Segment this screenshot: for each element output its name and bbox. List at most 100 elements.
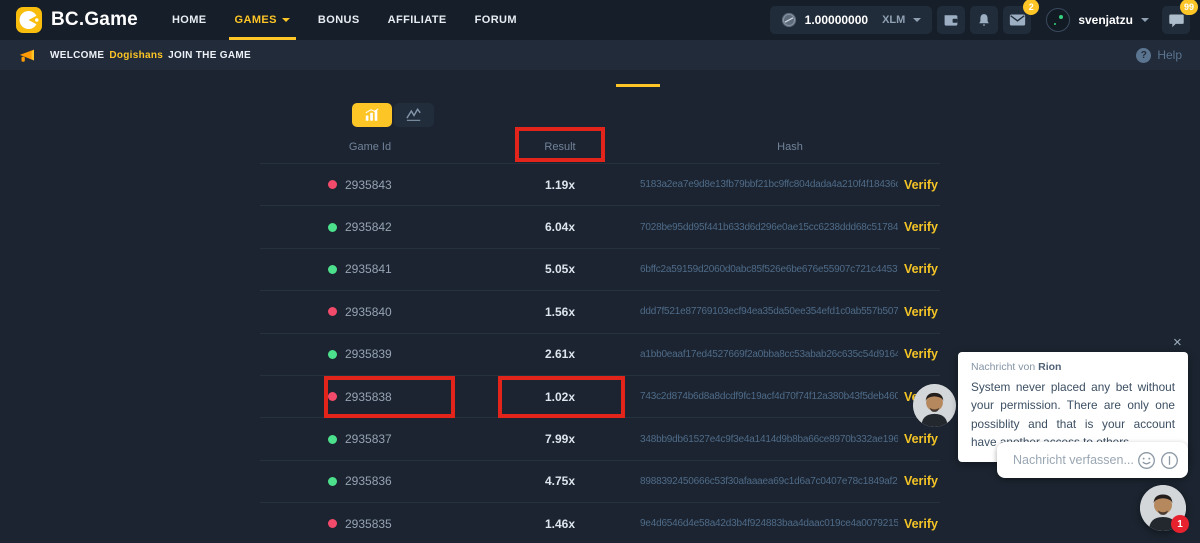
nav-item-home[interactable]: HOME [172, 0, 207, 40]
hash-value: a1bb0eaaf17ed4527669f2a0bba8cc53abab26c6… [640, 349, 898, 360]
game-history-table: Game Id Result Hash 2935843 1.19x 5183a2… [260, 130, 940, 543]
hash-cell: ddd7f521e87769103ecf94ea35da50ee354efd1c… [640, 305, 940, 319]
game-id-cell: 2935841 [260, 262, 480, 276]
game-id-cell: 2935837 [260, 432, 480, 446]
result-value: 1.19x [480, 178, 640, 192]
agent-avatar[interactable] [913, 384, 956, 427]
logo-text: BC.Game [51, 9, 138, 31]
game-id: 2935839 [345, 347, 392, 361]
game-id: 2935838 [345, 390, 392, 404]
bar-chart-icon [364, 108, 380, 122]
active-tab-indicator [616, 84, 660, 87]
result-status-dot [328, 180, 337, 189]
emoji-button[interactable] [1137, 451, 1156, 470]
smiley-icon [1137, 451, 1156, 470]
column-header-result: Result [480, 141, 640, 153]
hash-value: 348bb9db61527e4c9f3e4a1414d9b8ba66ce8970… [640, 434, 898, 445]
game-id-cell: 2935836 [260, 474, 480, 488]
column-header-hash: Hash [640, 141, 940, 153]
trend-view-toggle-button[interactable] [394, 103, 434, 127]
chat-message-input[interactable] [1013, 453, 1133, 467]
verify-link[interactable]: Verify [904, 305, 940, 319]
announcement-welcome: WELCOME [50, 50, 104, 61]
game-id: 2935843 [345, 178, 392, 192]
verify-link[interactable]: Verify [904, 178, 940, 192]
hash-cell: a1bb0eaaf17ed4527669f2a0bba8cc53abab26c6… [640, 347, 940, 361]
nav-item-affiliate[interactable]: AFFILIATE [388, 0, 447, 40]
hash-value: 5183a2ea7e9d8e13fb79bbf21bc9ffc804dada4a… [640, 179, 898, 190]
result-value: 1.46x [480, 517, 640, 531]
notifications-button[interactable] [970, 6, 998, 34]
announcement-text: WELCOME Dogishans JOIN THE GAME [50, 50, 251, 61]
nav-label: HOME [172, 14, 207, 26]
message-from-label: Nachricht von [971, 361, 1035, 373]
result-value: 1.02x [480, 390, 640, 404]
page: BC.Game HOME GAMES BONUS AFFILIATE FORUM [0, 0, 1200, 543]
messages-button[interactable]: 2 [1003, 6, 1031, 34]
chevron-down-icon [913, 18, 921, 22]
help-button[interactable]: ? Help [1136, 48, 1182, 63]
result-value: 4.75x [480, 474, 640, 488]
game-id: 2935837 [345, 432, 392, 446]
table-row: 2935836 4.75x 8988392450666c53f30afaaaea… [260, 460, 940, 502]
header-right: 1.00000000 XLM [770, 6, 1190, 34]
result-status-dot [328, 307, 337, 316]
result-value: 5.05x [480, 262, 640, 276]
logo[interactable]: BC.Game [16, 7, 138, 33]
chat-close-button[interactable]: × [1173, 335, 1182, 350]
bell-icon [976, 12, 992, 29]
chevron-down-icon [282, 18, 290, 22]
table-header-row: Game Id Result Hash [260, 130, 940, 163]
table-row: 2935835 1.46x 9e4d6546d4e58a42d3b4f92488… [260, 502, 940, 543]
verify-link[interactable]: Verify [904, 262, 940, 276]
nav-item-forum[interactable]: FORUM [475, 0, 517, 40]
hash-cell: 6bffc2a59159d2060d0abc85f526e6be676e5590… [640, 262, 940, 276]
balance-selector[interactable]: 1.00000000 XLM [770, 6, 933, 34]
game-id-cell: 2935842 [260, 220, 480, 234]
chat-button[interactable]: 99 [1162, 6, 1190, 34]
verify-link[interactable]: Verify [904, 220, 940, 234]
wallet-button[interactable] [937, 6, 965, 34]
result-value: 2.61x [480, 347, 640, 361]
top-header: BC.Game HOME GAMES BONUS AFFILIATE FORUM [0, 0, 1200, 40]
chat-unread-badge: 1 [1171, 515, 1189, 533]
result-value: 7.99x [480, 432, 640, 446]
table-row: 2935837 7.99x 348bb9db61527e4c9f3e4a1414… [260, 417, 940, 459]
verify-link[interactable]: Verify [904, 347, 940, 361]
verify-link[interactable]: Verify [904, 517, 940, 531]
result-status-dot [328, 435, 337, 444]
user-menu[interactable]: svenjatzu [1046, 8, 1149, 32]
nav-label: FORUM [475, 14, 517, 26]
announcement-username[interactable]: Dogishans [109, 50, 163, 61]
hash-cell: 5183a2ea7e9d8e13fb79bbf21bc9ffc804dada4a… [640, 178, 940, 192]
announcement-bar: WELCOME Dogishans JOIN THE GAME ? Help [0, 40, 1200, 70]
table-row: 2935841 5.05x 6bffc2a59159d2060d0abc85f5… [260, 248, 940, 290]
chat-badge: 99 [1180, 0, 1198, 15]
chat-input-container [997, 442, 1188, 478]
chevron-down-icon [1141, 18, 1149, 22]
hash-cell: 7028be95dd95f441b633d6d296e0ae15cc6238dd… [640, 220, 940, 234]
nav-label: BONUS [318, 14, 360, 26]
game-id-cell: 2935843 [260, 178, 480, 192]
hash-cell: 9e4d6546d4e58a42d3b4f924883baa4daac019ce… [640, 517, 940, 531]
attachment-button[interactable] [1160, 451, 1179, 470]
game-id-cell: 2935839 [260, 347, 480, 361]
chat-launcher-button[interactable]: 1 [1140, 485, 1186, 531]
result-status-dot [328, 265, 337, 274]
attachment-icon [1160, 451, 1179, 470]
chat-message-text: System never placed any bet without your… [971, 378, 1175, 451]
game-id: 2935842 [345, 220, 392, 234]
chat-message-header: Nachricht von Rion [971, 361, 1175, 373]
nav-item-games[interactable]: GAMES [235, 0, 290, 40]
hash-value: 8988392450666c53f30afaaaea69c1d6a7c0407e… [640, 476, 898, 487]
verify-link[interactable]: Verify [904, 432, 940, 446]
list-view-toggle-button[interactable] [352, 103, 392, 127]
verify-link[interactable]: Verify [904, 474, 940, 488]
mail-badge: 2 [1023, 0, 1039, 15]
nav-item-bonus[interactable]: BONUS [318, 0, 360, 40]
bcgame-logo-icon [16, 7, 42, 33]
hash-value: ddd7f521e87769103ecf94ea35da50ee354efd1c… [640, 306, 898, 317]
table-row-highlighted: 2935838 1.02x 743c2d874b6d8a8dcdf9fc19ac… [260, 375, 940, 417]
hash-cell: 743c2d874b6d8a8dcdf9fc19acf4d70f74f12a38… [640, 390, 940, 404]
hash-cell: 348bb9db61527e4c9f3e4a1414d9b8ba66ce8970… [640, 432, 940, 446]
